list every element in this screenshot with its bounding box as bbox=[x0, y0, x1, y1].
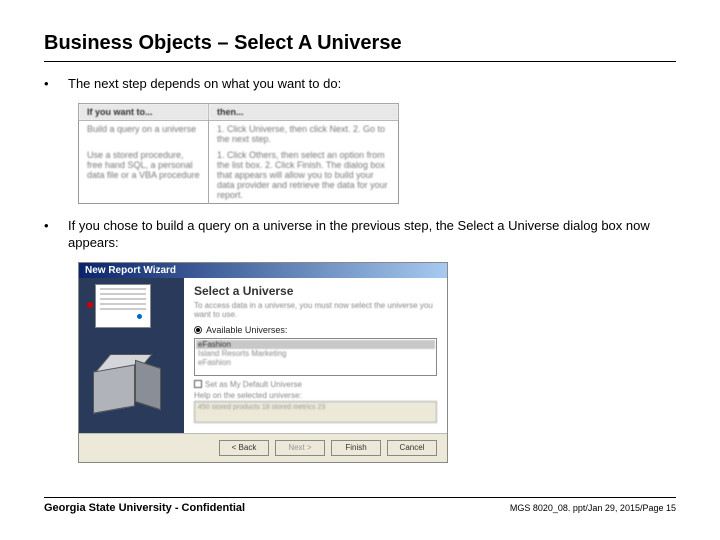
table-cell: 1. Click Others, then select an option f… bbox=[209, 147, 399, 204]
default-universe-checkbox[interactable] bbox=[194, 380, 202, 388]
universe-listbox[interactable]: eFashion Island Resorts Marketing eFashi… bbox=[194, 338, 437, 376]
footer-left: Georgia State University - Confidential bbox=[44, 502, 245, 514]
wizard-sidebar-graphic bbox=[79, 278, 184, 433]
help-label: Help on the selected universe: bbox=[194, 391, 437, 400]
wizard-dialog: New Report Wizard Select a Universe To a… bbox=[78, 262, 448, 463]
checkbox-label: Set as My Default Universe bbox=[205, 380, 302, 389]
wizard-window-title: New Report Wizard bbox=[79, 263, 447, 278]
slide-title: Business Objects – Select A Universe bbox=[44, 32, 676, 62]
list-item[interactable]: eFashion bbox=[196, 358, 435, 367]
bullet-2-text: If you chose to build a query on a unive… bbox=[68, 218, 676, 252]
slide-footer: Georgia State University - Confidential … bbox=[44, 497, 676, 514]
cancel-button[interactable]: Cancel bbox=[387, 440, 437, 456]
wizard-panel-title: Select a Universe bbox=[194, 284, 437, 298]
back-button[interactable]: < Back bbox=[219, 440, 269, 456]
list-item[interactable]: Island Resorts Marketing bbox=[196, 349, 435, 358]
bullet-marker: • bbox=[44, 76, 68, 93]
table-cell: Use a stored procedure, free hand SQL, a… bbox=[79, 147, 209, 204]
bullet-marker: • bbox=[44, 218, 68, 252]
radio-label: Available Universes: bbox=[206, 325, 287, 335]
bullet-1-text: The next step depends on what you want t… bbox=[68, 76, 341, 93]
table-header-2: then... bbox=[209, 103, 399, 120]
next-button[interactable]: Next > bbox=[275, 440, 325, 456]
wizard-panel-subtitle: To access data in a universe, you must n… bbox=[194, 301, 437, 319]
table-header-1: If you want to... bbox=[79, 103, 209, 120]
finish-button[interactable]: Finish bbox=[331, 440, 381, 456]
list-item[interactable]: eFashion bbox=[196, 340, 435, 349]
decision-table: If you want to... then... Build a query … bbox=[78, 103, 399, 204]
radio-available-universes[interactable] bbox=[194, 326, 202, 334]
table-cell: 1. Click Universe, then click Next. 2. G… bbox=[209, 120, 399, 147]
table-cell: Build a query on a universe bbox=[79, 120, 209, 147]
footer-right: MGS 8020_08. ppt/Jan 29, 2015/Page 15 bbox=[510, 503, 676, 513]
help-text-box: 450 stored products 18 stored metrics 23 bbox=[194, 401, 437, 423]
